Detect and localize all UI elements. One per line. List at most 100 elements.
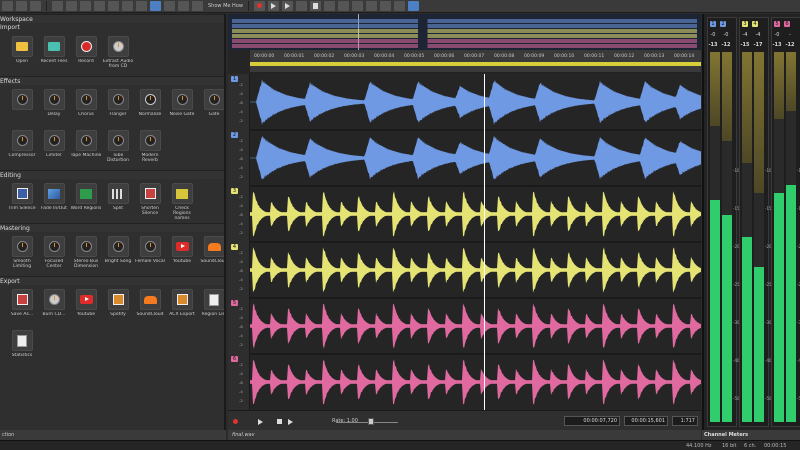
track-number[interactable]: 3 (231, 188, 238, 194)
end-time-display[interactable]: 00:00:15,601 (624, 416, 668, 426)
section-header[interactable]: Editing (0, 170, 224, 179)
snap-icon[interactable] (136, 1, 147, 11)
hub-tile[interactable] (6, 89, 38, 127)
selection-bar[interactable] (250, 62, 701, 66)
hub-tile[interactable]: Spotify (102, 289, 134, 327)
hub-tile[interactable]: Save As... (6, 289, 38, 327)
track-number[interactable]: 5 (231, 300, 238, 306)
pause-icon[interactable] (266, 418, 274, 426)
show-me-how-link[interactable]: Show Me How (208, 3, 243, 9)
play-all-icon[interactable] (281, 1, 293, 11)
hub-tile[interactable]: Statistics (6, 330, 38, 368)
cursor-time-display[interactable]: 00:00:07,720 (564, 416, 620, 426)
hub-tile[interactable]: Normalize (134, 89, 166, 127)
meter-channel-number[interactable]: 6 (784, 21, 790, 27)
hub-tile[interactable]: Extract Audio from CD (102, 36, 134, 74)
hub-tile[interactable]: Recent Files (38, 36, 70, 74)
hub-tile[interactable]: Limiter (38, 130, 70, 168)
help-icon[interactable] (192, 1, 203, 11)
hub-tile[interactable]: Word Regions (70, 183, 102, 221)
file-overview[interactable] (228, 14, 701, 50)
rate-slider-track[interactable] (336, 422, 398, 423)
cut-icon[interactable] (52, 1, 63, 11)
meter-channel-number[interactable]: 5 (774, 21, 780, 27)
hub-tile[interactable]: Split (102, 183, 134, 221)
track-waveform[interactable] (250, 135, 701, 180)
stop-icon[interactable] (309, 1, 321, 11)
hub-tile[interactable]: Compressor (6, 130, 38, 168)
record-icon[interactable] (253, 1, 265, 11)
paste-icon[interactable] (80, 1, 91, 11)
open-file-icon[interactable] (16, 1, 27, 11)
hub-tile[interactable]: SoundCloud (198, 236, 224, 274)
section-header[interactable]: Mastering (0, 223, 224, 232)
zoom-ratio-display[interactable]: 1:717 (672, 416, 698, 426)
new-file-icon[interactable] (2, 1, 13, 11)
channel-meters-tab[interactable]: Channel Meters (702, 430, 800, 440)
hub-tile[interactable]: Gate (198, 89, 224, 127)
hub-tile[interactable]: Noise Gate (166, 89, 198, 127)
hub-tile[interactable]: Record (70, 36, 102, 74)
hub-tile[interactable]: Youtube (70, 289, 102, 327)
play-icon[interactable] (267, 1, 279, 11)
hub-tile[interactable]: Modern Reverb (134, 130, 166, 168)
hub-tile[interactable]: Smooth Limiting (6, 236, 38, 274)
stop-icon[interactable] (276, 418, 284, 426)
section-header[interactable]: Workspace (0, 14, 224, 23)
hub-tile[interactable]: Shorten Silence (134, 183, 166, 221)
hub-tile[interactable]: Focused Center (38, 236, 70, 274)
hub-tile[interactable]: Open (6, 36, 38, 74)
overwrite-icon[interactable] (407, 1, 419, 11)
save-file-icon[interactable] (30, 1, 41, 11)
hub-tile[interactable]: Region List (198, 289, 224, 327)
timeline-ruler[interactable]: 00:00:00 00:00:01 00:00:02 00:00:03 00:00:04… (250, 50, 701, 73)
hub-tile[interactable]: Delay (38, 89, 70, 127)
hub-tile[interactable]: Tube Distortion (102, 130, 134, 168)
hub-tile[interactable]: Chorus (70, 89, 102, 127)
hub-tile[interactable]: Bright Song (102, 236, 134, 274)
redo-icon[interactable] (122, 1, 133, 11)
go-start-icon[interactable] (323, 1, 335, 11)
track-number[interactable]: 6 (231, 356, 238, 362)
hub-tile[interactable]: Stereo Bus Dimension (70, 236, 102, 274)
waveform-canvas[interactable] (250, 74, 701, 410)
meter-channel-number[interactable]: 1 (710, 21, 716, 27)
meter-channel-number[interactable]: 3 (742, 21, 748, 27)
meter-channel-number[interactable]: 2 (720, 21, 726, 27)
hub-tile[interactable]: Burn CD... (38, 289, 70, 327)
loop-icon[interactable] (379, 1, 391, 11)
record-icon[interactable] (232, 418, 240, 426)
pencil-tool-icon[interactable] (178, 1, 189, 11)
undo-icon[interactable] (108, 1, 119, 11)
file-tab[interactable]: final.wav (228, 430, 701, 440)
track-number[interactable]: 2 (231, 132, 238, 138)
track-number[interactable]: 1 (231, 76, 238, 82)
hub-tile[interactable]: SoundCloud (134, 289, 166, 327)
edit-tool-icon[interactable] (150, 1, 161, 11)
hub-tile[interactable]: Trim Silence (6, 183, 38, 221)
section-header[interactable]: Effects (0, 76, 224, 85)
pause-icon[interactable] (295, 1, 307, 11)
waveform-area[interactable] (250, 74, 701, 410)
copy-icon[interactable] (66, 1, 77, 11)
hub-tile[interactable]: Fade In/Out (38, 183, 70, 221)
loop-icon[interactable] (244, 418, 252, 426)
hub-tile[interactable]: Tape Machine (70, 130, 102, 168)
marker-icon[interactable] (393, 1, 405, 11)
section-subheader[interactable]: Import (0, 23, 224, 32)
rate-slider-thumb[interactable] (368, 418, 374, 425)
play-all-icon[interactable] (286, 418, 294, 426)
hub-tile[interactable]: Youtube (166, 236, 198, 274)
section-header[interactable]: Export (0, 276, 224, 285)
meter-channel-number[interactable]: 4 (752, 21, 758, 27)
forward-icon[interactable] (365, 1, 377, 11)
play-icon[interactable] (256, 418, 264, 426)
zoom-tool-icon[interactable] (164, 1, 175, 11)
hub-tile[interactable]: Flanger (102, 89, 134, 127)
hub-tile[interactable]: Female Vocal (134, 236, 166, 274)
mix-icon[interactable] (94, 1, 105, 11)
hub-panel-tab[interactable]: ction (0, 430, 226, 440)
hub-tile[interactable]: Check Regions names (166, 183, 198, 221)
rewind-icon[interactable] (351, 1, 363, 11)
track-number[interactable]: 4 (231, 244, 238, 250)
